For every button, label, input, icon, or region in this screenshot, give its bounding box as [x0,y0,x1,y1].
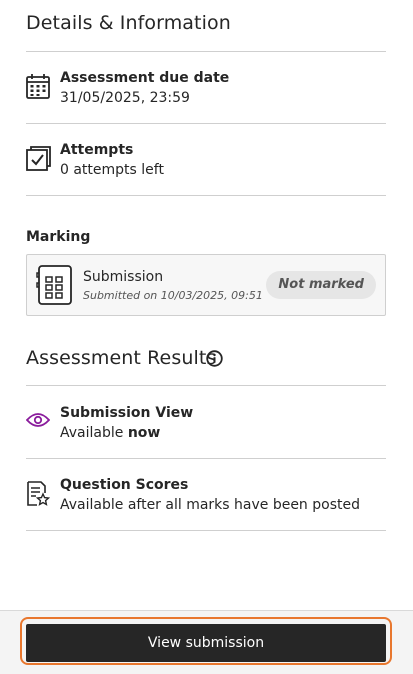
question-scores-value: Available after all marks have been post… [60,497,360,513]
divider [26,385,386,386]
due-date-title: Assessment due date [60,70,230,86]
submission-view-value: Available now [60,425,161,441]
marking-label: Marking [26,229,91,245]
submission-view-row: Submission View Available now [25,405,386,445]
divider [26,123,386,124]
submission-title: Submission [83,269,164,285]
attempts-value: 0 attempts left [60,162,164,178]
due-date-value: 31/05/2025, 23:59 [60,90,190,106]
attempts-title: Attempts [60,142,134,158]
status-badge: Not marked [266,271,376,299]
submission-date: Submitted on 10/03/2025, 09:51 [83,289,263,302]
submission-view-title: Submission View [60,405,194,421]
divider [26,530,386,531]
due-date-row: Assessment due date 31/05/2025, 23:59 [26,70,386,110]
results-heading: Assessment Results [26,347,217,369]
submission-card[interactable]: Submission Submitted on 10/03/2025, 09:5… [26,254,386,316]
info-icon[interactable] [206,350,223,371]
question-scores-row: Question Scores Available after all mark… [26,477,386,517]
divider [26,51,386,52]
attempts-row: Attempts 0 attempts left [26,142,386,182]
question-scores-title: Question Scores [60,477,189,493]
details-heading: Details & Information [26,12,231,34]
document-star-icon [26,481,51,511]
attempts-icon [26,145,52,175]
document-grid-icon [36,265,74,309]
divider [26,195,386,196]
divider [26,458,386,459]
view-submission-button[interactable]: View submission [26,624,386,662]
calendar-icon [26,73,50,103]
eye-icon [25,412,51,432]
